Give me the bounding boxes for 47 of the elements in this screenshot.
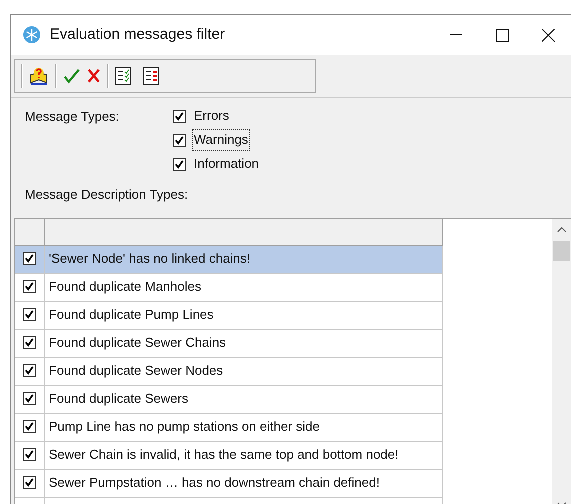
checkbox-label[interactable]: Warnings	[193, 130, 250, 150]
checkbox[interactable]	[23, 252, 36, 264]
table-row[interactable]: Pump Line has no pump stations on either side	[15, 414, 443, 442]
close-icon[interactable]	[542, 28, 554, 42]
table-cell-text: Found duplicate Sewer Chains	[49, 334, 226, 352]
window-title: Evaluation messages filter	[50, 24, 226, 45]
checkbox-label[interactable]: Errors	[193, 106, 230, 126]
table-row[interactable]: Found duplicate Sewer Nodes	[15, 358, 443, 386]
checked-list-icon[interactable]	[115, 67, 131, 85]
table-row[interactable]: Found duplicate Sewer Chains	[15, 330, 443, 358]
scroll-up-icon[interactable]	[556, 226, 566, 232]
checkbox[interactable]	[173, 134, 186, 146]
snowflake-icon	[23, 26, 41, 44]
checkbox[interactable]	[23, 336, 36, 348]
checkbox[interactable]	[23, 420, 36, 432]
table-cell-text: Sewer Chain is invalid, it has the same top and bottom node!	[49, 446, 399, 464]
minimize-icon[interactable]	[450, 34, 462, 36]
table-row[interactable]: 'Sewer Node' has no linked chains!	[15, 246, 443, 274]
checkbox-label[interactable]: Information	[193, 154, 260, 174]
cross-icon[interactable]	[87, 68, 101, 84]
table-cell-text: Pump Line has no pump stations on either side	[49, 418, 320, 436]
unchecked-list-icon[interactable]	[143, 67, 159, 85]
table-cell-text: Found duplicate Sewer Nodes	[49, 362, 224, 380]
checkbox[interactable]	[23, 308, 36, 320]
table-cell-text: Found duplicate Pump Lines	[49, 306, 214, 324]
maximize-icon[interactable]	[496, 28, 508, 42]
description-types-label: Message Description Types:	[25, 186, 190, 204]
table-row[interactable]: Sewer Chain is invalid, it has the same top and bottom node!	[15, 442, 443, 470]
checkbox[interactable]	[23, 392, 36, 404]
check-icon[interactable]	[63, 67, 81, 85]
checkbox[interactable]	[173, 158, 186, 170]
checkbox[interactable]	[23, 448, 36, 460]
checkbox[interactable]	[23, 476, 36, 488]
checkbox[interactable]	[173, 110, 186, 122]
table-row[interactable]: Found duplicate Pump Lines	[15, 302, 443, 330]
table-row[interactable]: Found duplicate Sewers	[15, 386, 443, 414]
table-row[interactable]: Found duplicate Manholes	[15, 274, 443, 302]
checkbox[interactable]	[23, 280, 36, 292]
table-cell-text: Sewer Pumpstation … has no downstream chain defined!	[49, 474, 380, 492]
checkbox[interactable]	[23, 364, 36, 376]
table-cell-text: 'Sewer Node' has no linked chains!	[49, 250, 251, 268]
message-types-label: Message Types:	[25, 108, 120, 126]
table-cell-text: Found duplicate Sewers	[49, 390, 188, 408]
help-book-icon[interactable]	[29, 66, 49, 86]
table-row[interactable]: Sewer Pumpstation … has no downstream chain defined!	[15, 470, 443, 498]
scroll-thumb[interactable]	[553, 240, 570, 260]
table-cell-text: Found duplicate Manholes	[49, 278, 202, 296]
